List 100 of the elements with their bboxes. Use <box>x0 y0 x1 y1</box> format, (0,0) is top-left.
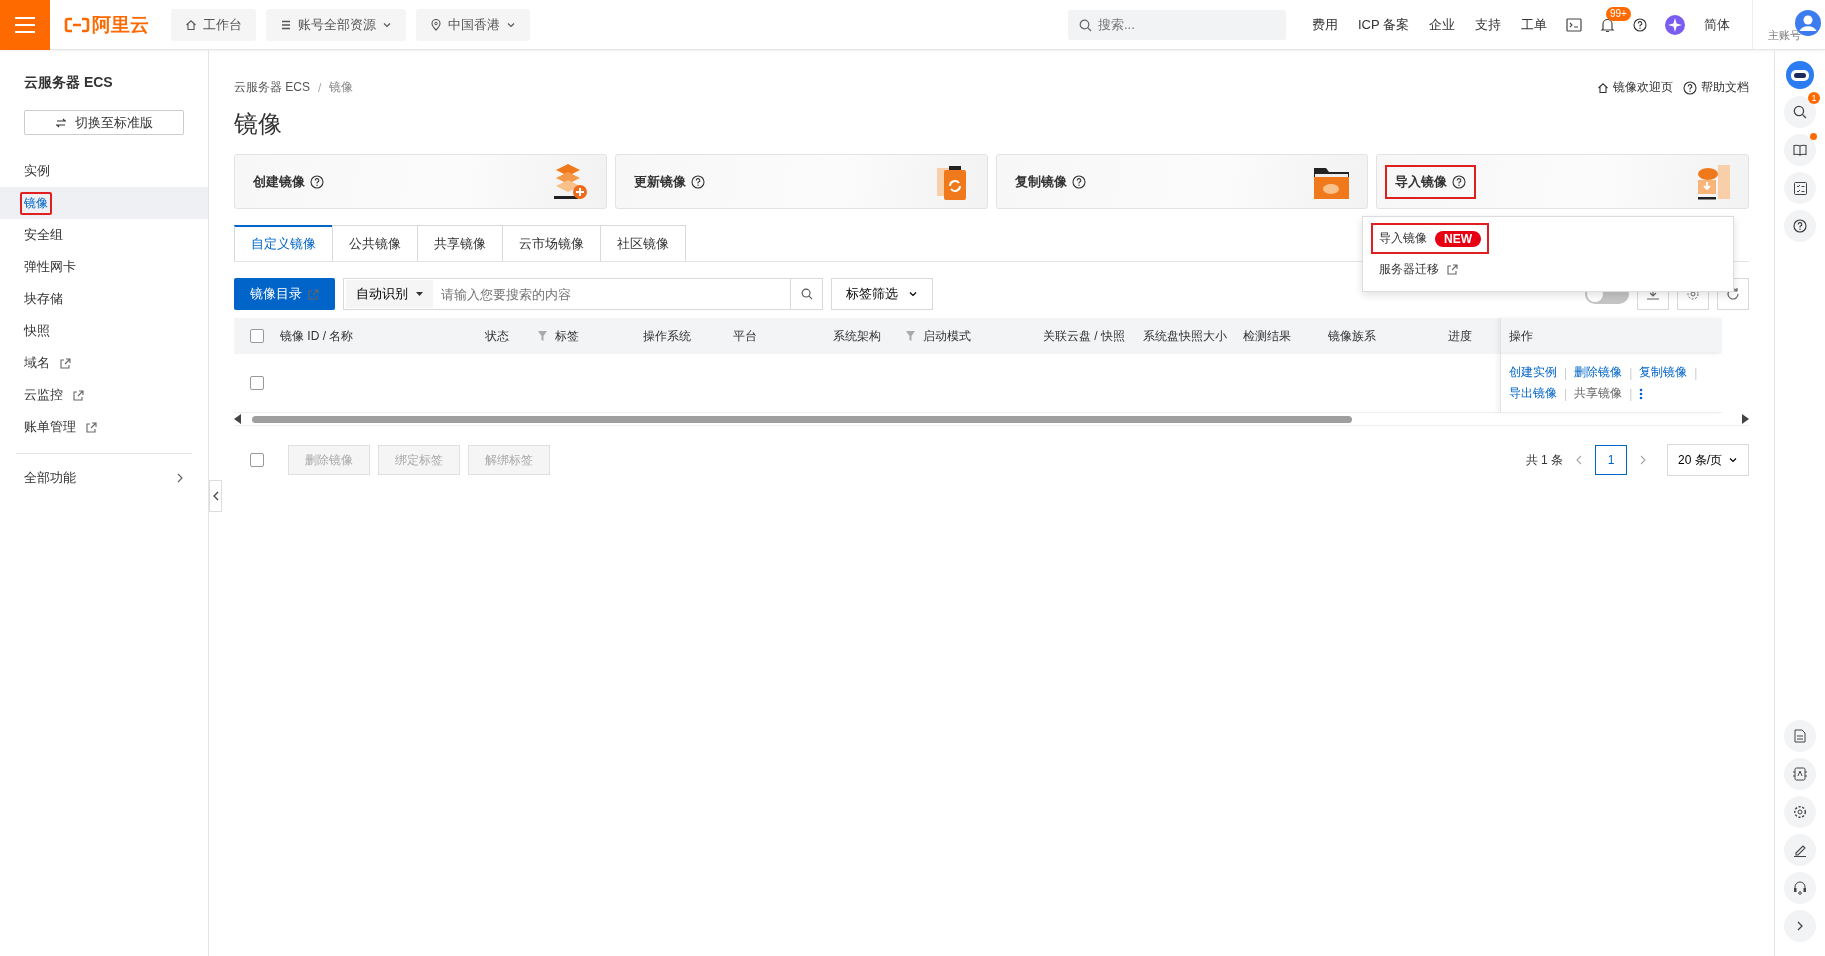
menu-icon <box>14 15 36 34</box>
sparkle-icon[interactable] <box>1665 14 1685 35</box>
chevron-left-icon <box>211 491 220 501</box>
app-icon <box>1793 767 1807 781</box>
nav-link[interactable]: 企业 <box>1429 15 1455 34</box>
page-size-select[interactable]: 20 条/页 <box>1667 444 1749 476</box>
nav-button[interactable]: 中国香港 <box>416 8 530 41</box>
search-field[interactable]: 自动识别 请输入您要搜索的内容 <box>343 278 823 310</box>
column-header: 镜像族系 <box>1328 327 1376 345</box>
breadcrumb-link[interactable]: 云服务器 ECS <box>234 79 310 96</box>
checklist-icon <box>1793 181 1807 195</box>
filter-icon[interactable] <box>538 331 547 341</box>
sidebar-item[interactable]: 域名 <box>0 347 208 379</box>
nav-link[interactable]: ICP 备案 <box>1357 15 1409 34</box>
edit-button[interactable] <box>1784 834 1816 866</box>
feature-card[interactable]: 导入镜像 <box>1376 154 1749 209</box>
settings-button[interactable] <box>1784 796 1816 828</box>
feature-card[interactable]: 复制镜像 <box>995 154 1369 209</box>
refresh-icon <box>1726 287 1740 301</box>
app-button[interactable] <box>1784 758 1816 790</box>
sidebar-item[interactable]: 云监控 <box>0 379 208 411</box>
location-pin-icon <box>430 18 442 31</box>
document-icon <box>1794 729 1806 743</box>
scroll-right-icon[interactable] <box>1741 414 1749 424</box>
external-link-icon <box>1447 264 1458 275</box>
sidebar-item-label: 镜像 <box>20 191 52 215</box>
switch-version-button[interactable]: 切换至标准版 <box>24 110 184 135</box>
book-button[interactable] <box>1784 134 1816 166</box>
sidebar-item[interactable]: 实例 <box>0 155 208 187</box>
help-icon <box>690 174 705 189</box>
bulk-select-checkbox[interactable] <box>250 453 264 467</box>
scroll-left-icon[interactable] <box>234 414 242 424</box>
count-badge: 1 <box>1808 92 1820 104</box>
feature-card[interactable]: 创建镜像 <box>234 154 607 209</box>
breadcrumb-link[interactable]: 镜像 <box>329 79 354 96</box>
action-link[interactable]: 复制镜像 <box>1639 364 1695 381</box>
nav-button[interactable]: 工作台 <box>171 8 256 41</box>
column-header: 操作系统 <box>643 327 691 345</box>
document-button[interactable] <box>1784 720 1816 752</box>
external-link-icon <box>308 288 319 300</box>
all-features-item[interactable]: 全部功能 <box>0 462 208 494</box>
page-title: 镜像 <box>234 109 283 139</box>
action-separator: | <box>1564 365 1568 380</box>
sidebar-item[interactable]: 账单管理 <box>0 411 208 443</box>
action-separator: | <box>1629 386 1633 401</box>
page-button[interactable]: 1 <box>1595 445 1627 475</box>
list-icon <box>280 18 292 31</box>
sidebar-item-label: 云监控 <box>23 386 64 404</box>
column-header: 检测结果 <box>1243 327 1291 345</box>
more-icon[interactable] <box>1639 387 1644 400</box>
action-separator: | <box>1694 365 1698 380</box>
card-title: 导入镜像 <box>1395 172 1448 191</box>
action-link[interactable]: 导出镜像 <box>1509 385 1564 402</box>
tab[interactable]: 社区镜像 <box>600 225 686 261</box>
menu-item[interactable]: 导入镜像 NEW <box>1371 223 1489 254</box>
robot-assistant-icon[interactable] <box>1785 60 1815 90</box>
horizontal-scrollbar[interactable] <box>234 413 1749 426</box>
tag-filter-button[interactable]: 标签筛选 <box>831 278 933 310</box>
sidebar-item[interactable]: 块存储 <box>0 283 208 315</box>
support-headset-button[interactable] <box>1784 872 1816 904</box>
search-type-select[interactable]: 自动识别 <box>346 280 433 308</box>
header-link[interactable]: 帮助文档 <box>1683 79 1749 96</box>
nav-link[interactable]: 工单 <box>1521 15 1547 34</box>
nav-link[interactable]: 费用 <box>1311 15 1338 34</box>
bell-icon[interactable] <box>1600 16 1615 33</box>
previous-page-icon[interactable] <box>1575 455 1583 465</box>
new-badge: NEW <box>1435 230 1481 247</box>
sidebar-item[interactable]: 安全组 <box>0 219 208 251</box>
column-header: 标签 <box>555 327 579 345</box>
column-header: 平台 <box>733 327 757 345</box>
action-link[interactable]: 删除镜像 <box>1574 364 1630 381</box>
filter-icon[interactable] <box>906 331 915 341</box>
nav-button[interactable]: 账号全部资源 <box>266 8 406 41</box>
tab[interactable]: 自定义镜像 <box>234 225 333 261</box>
scrollbar-thumb[interactable] <box>252 415 1352 423</box>
language-link[interactable]: 简体 <box>1704 15 1730 34</box>
sidebar-item[interactable]: 镜像 <box>0 187 208 219</box>
chevron-down-icon <box>908 289 918 299</box>
feature-card[interactable]: 更新镜像 <box>614 154 988 209</box>
column-header: 系统盘快照大小 <box>1143 327 1227 345</box>
sidebar-item-label: 块存储 <box>23 290 64 308</box>
sidebar-item[interactable]: 快照 <box>0 315 208 347</box>
help-button[interactable] <box>1784 210 1816 242</box>
image-catalog-button[interactable]: 镜像目录 <box>234 278 335 310</box>
checklist-button[interactable] <box>1784 172 1816 204</box>
menu-button[interactable] <box>0 0 50 50</box>
logo-icon <box>64 16 90 33</box>
next-page-icon[interactable] <box>1639 455 1647 465</box>
action-link[interactable]: 创建实例 <box>1509 364 1564 381</box>
help-icon <box>1452 174 1467 189</box>
expand-button[interactable] <box>1784 910 1816 942</box>
select-all-checkbox[interactable] <box>250 329 264 343</box>
collapse-sidebar-button[interactable] <box>209 480 222 512</box>
nav-link[interactable]: 支持 <box>1475 15 1501 34</box>
sidebar-item[interactable]: 弹性网卡 <box>0 251 208 283</box>
terminal-icon[interactable] <box>1566 17 1582 32</box>
search-field[interactable]: 搜索... <box>1067 9 1286 40</box>
sidebar-title: 云服务器 ECS <box>23 73 114 92</box>
header-link[interactable]: 镜像欢迎页 <box>1597 79 1673 96</box>
row-checkbox[interactable] <box>250 376 264 390</box>
